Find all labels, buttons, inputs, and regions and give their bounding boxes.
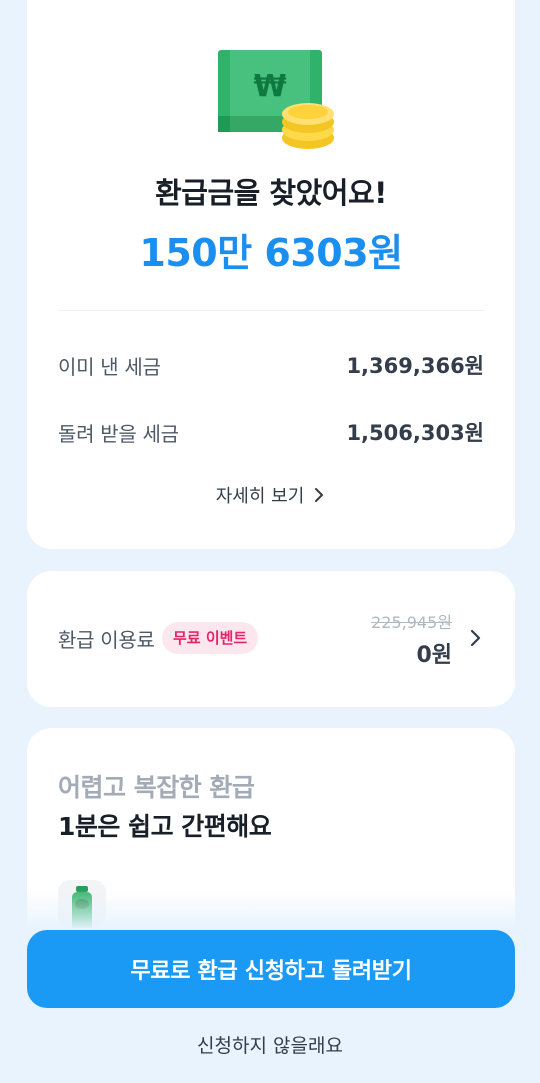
won-symbol: ₩	[253, 69, 286, 104]
view-details-label: 자세히 보기	[215, 486, 305, 507]
return-tax-row: 돌려 받을 세금 1,506,303원	[58, 417, 484, 447]
decline-link[interactable]: 신청하지 않을래요	[0, 1031, 540, 1058]
apply-refund-button[interactable]: 무료로 환급 신청하고 돌려받기	[27, 930, 515, 1008]
refund-fee-card[interactable]: 환급 이용료 무료 이벤트 225,945원 0원	[27, 571, 515, 707]
refund-summary-card: ₩ 환급금을 찾았어요! 150만 6303원 이미 낸 세금 1,369,36…	[27, 0, 515, 549]
view-details-link[interactable]: 자세히 보기	[27, 482, 515, 508]
free-event-badge: 무료 이벤트	[162, 622, 259, 654]
divider	[58, 310, 484, 311]
refund-amount: 150만 6303원	[139, 231, 403, 275]
fee-price: 0원	[416, 643, 452, 668]
return-tax-label: 돌려 받을 세금	[58, 421, 179, 446]
chevron-right-icon	[470, 629, 481, 647]
paid-tax-label: 이미 낸 세금	[58, 354, 161, 379]
bottom-fade	[0, 890, 540, 930]
paid-tax-row: 이미 낸 세금 1,369,366원	[58, 350, 484, 380]
promo-subtitle: 어렵고 복잡한 환급	[58, 773, 255, 802]
fee-label: 환급 이용료	[58, 628, 155, 652]
paid-tax-value: 1,369,366원	[346, 354, 484, 378]
money-bill-coins-icon: ₩	[218, 50, 336, 152]
chevron-right-icon	[315, 488, 324, 502]
refund-title: 환급금을 찾았어요!	[155, 176, 387, 210]
fee-original-price: 225,945원	[371, 613, 452, 632]
return-tax-value: 1,506,303원	[346, 421, 484, 445]
promo-title: 1분은 쉽고 간편해요	[58, 812, 272, 841]
